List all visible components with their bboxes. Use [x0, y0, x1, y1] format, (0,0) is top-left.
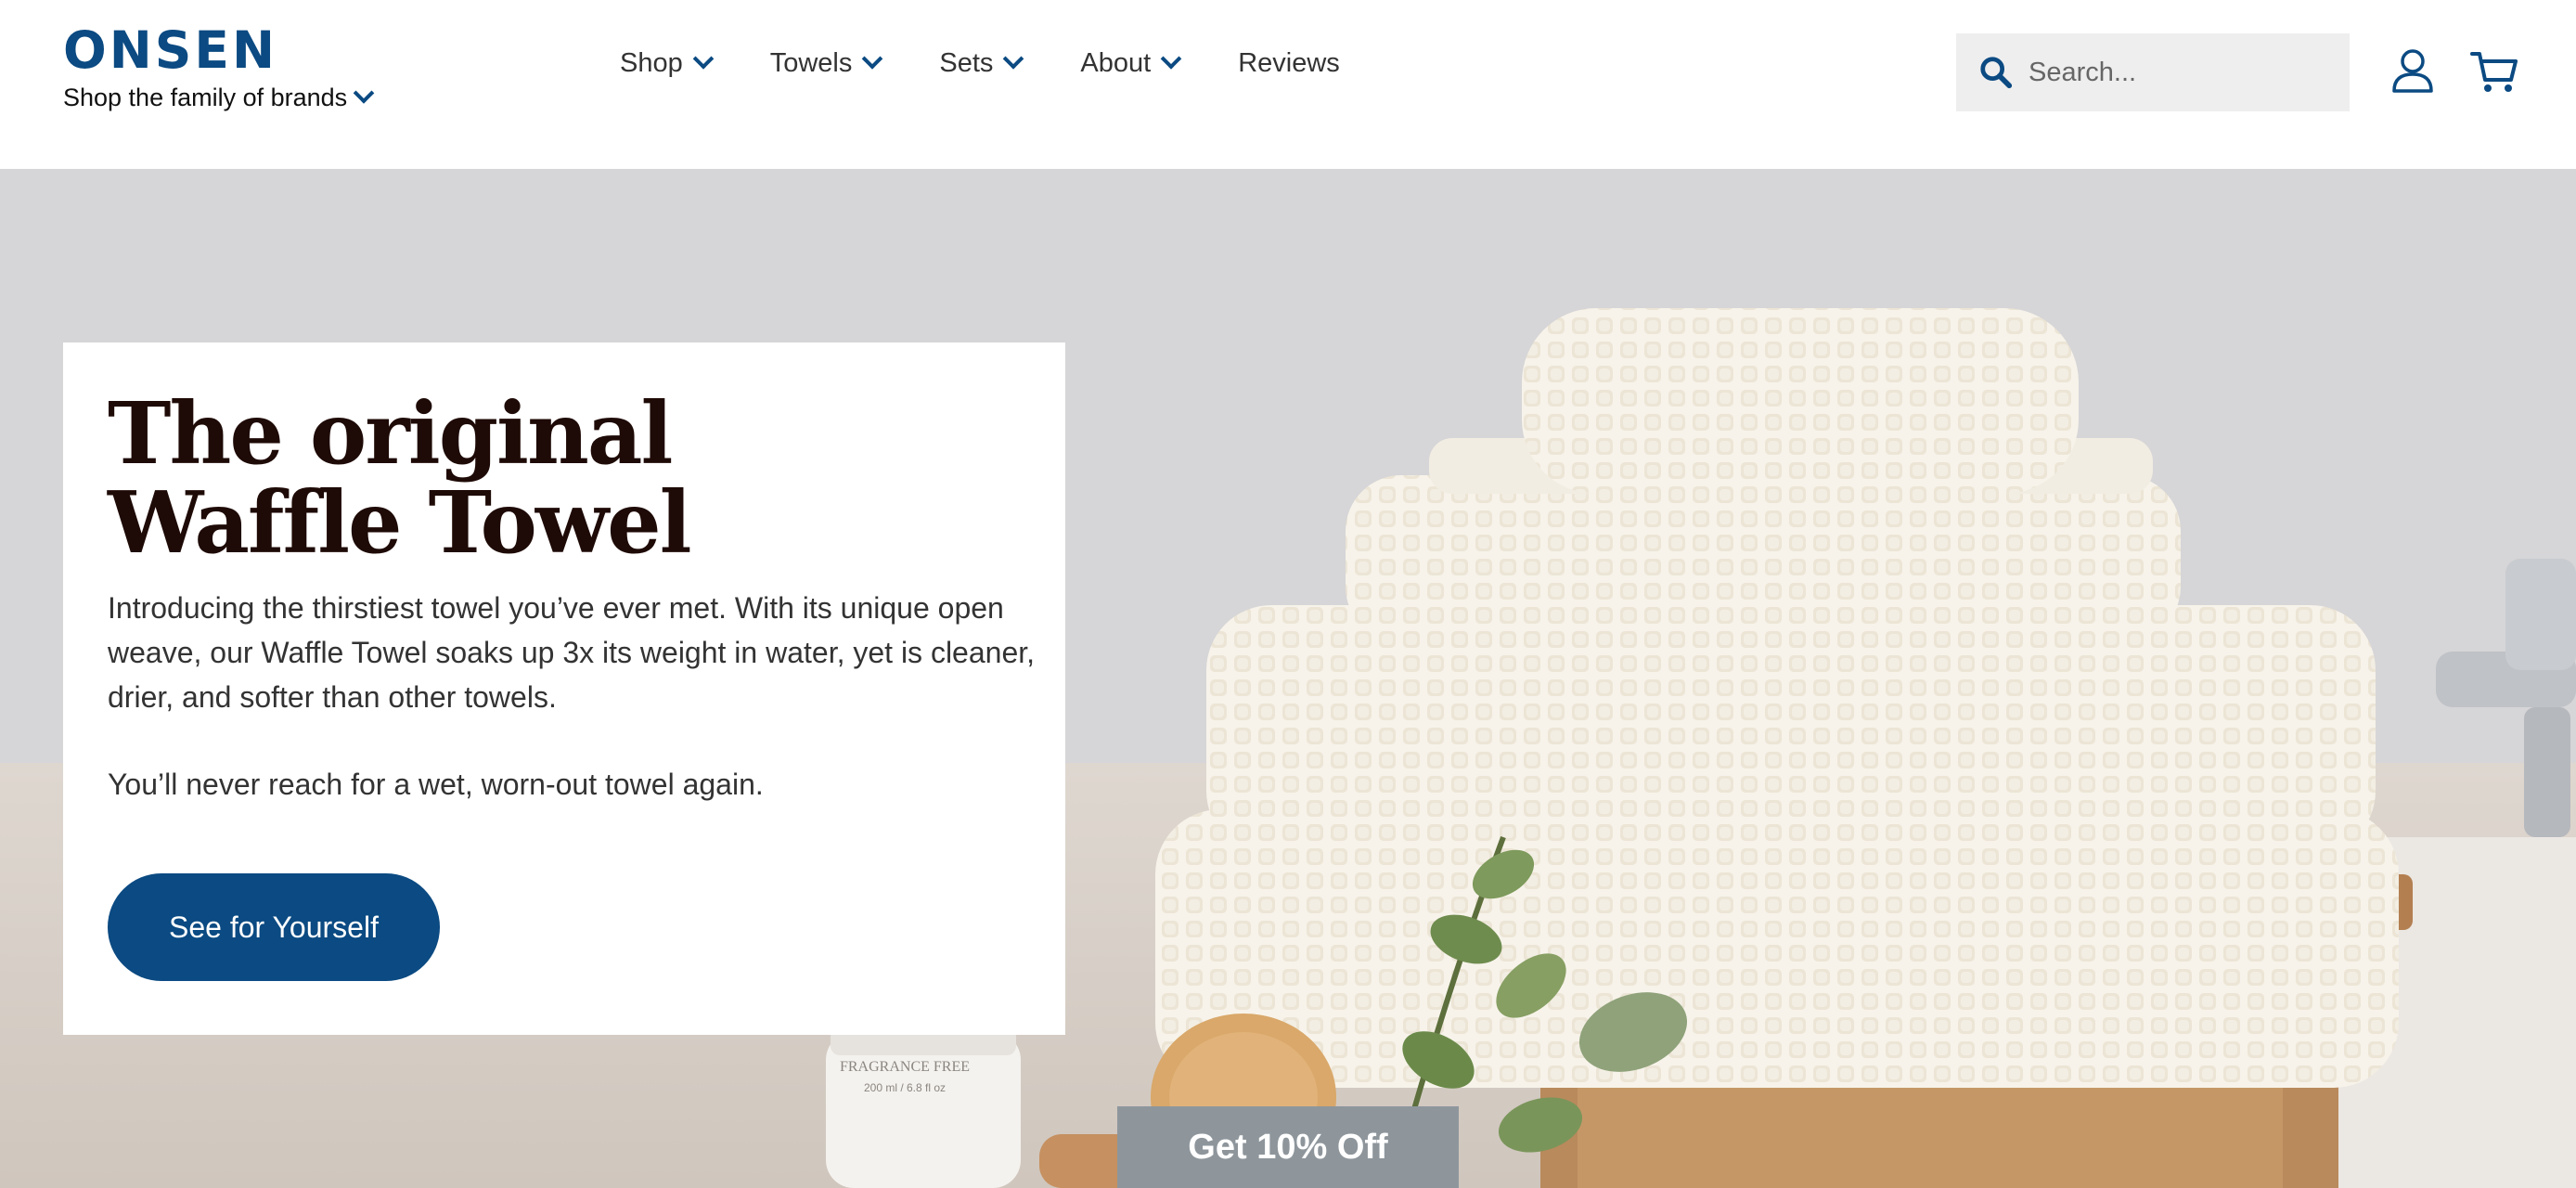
search-icon[interactable]: [1978, 55, 2014, 90]
nav-item-label: Reviews: [1238, 48, 1340, 78]
hero-banner: FRAGRANCE FREE 200 ml / 6.8 fl oz The or…: [0, 169, 2576, 1188]
chevron-down-icon: [862, 47, 883, 70]
family-of-brands-link[interactable]: Shop the family of brands: [63, 82, 375, 112]
bottle-label: FRAGRANCE FREE: [840, 1059, 970, 1075]
chevron-down-icon: [692, 47, 715, 70]
see-for-yourself-button[interactable]: See for Yourself: [108, 873, 440, 981]
site-header: ONSEN Shop the family of brands Shop Tow…: [0, 0, 2576, 169]
cart-icon[interactable]: [2470, 48, 2518, 95]
nav-item-label: Sets: [939, 48, 994, 78]
main-nav: Shop Towels Sets About Reviews: [620, 47, 1340, 79]
hero-title: The original Waffle Towel: [108, 383, 692, 573]
hero-promo-card: The original Waffle Towel Introducing th…: [63, 342, 1065, 1035]
account-icon[interactable]: [2389, 46, 2437, 95]
hero-tagline: You’ll never reach for a wet, worn-out t…: [108, 768, 764, 801]
hero-description: Introducing the thirstiest towel you’ve …: [108, 591, 1036, 714]
nav-item-towels[interactable]: Towels: [769, 47, 883, 79]
chevron-down-icon: [353, 82, 375, 104]
nav-item-reviews[interactable]: Reviews: [1238, 48, 1340, 79]
get-discount-tab[interactable]: Get 10% Off: [1117, 1106, 1459, 1188]
hero-title-line-2: Waffle Towel: [108, 472, 692, 573]
nav-item-shop[interactable]: Shop: [620, 47, 715, 79]
nav-item-label: Shop: [620, 48, 683, 78]
onsen-logo[interactable]: ONSEN: [63, 24, 371, 76]
family-of-brands-label: Shop the family of brands: [63, 84, 348, 111]
nav-item-label: About: [1080, 48, 1152, 78]
search-input[interactable]: [2027, 56, 2324, 89]
chevron-down-icon: [1160, 47, 1182, 70]
nav-item-label: Towels: [769, 48, 853, 78]
brand-block: ONSEN Shop the family of brands: [63, 24, 375, 112]
chevron-down-icon: [1003, 47, 1024, 70]
nav-item-sets[interactable]: Sets: [939, 47, 1024, 79]
hero-title-line-1: The original: [108, 383, 673, 484]
nav-item-about[interactable]: About: [1080, 47, 1182, 79]
search-box[interactable]: [1956, 33, 2350, 111]
bottle-size: 200 ml / 6.8 fl oz: [864, 1081, 946, 1094]
